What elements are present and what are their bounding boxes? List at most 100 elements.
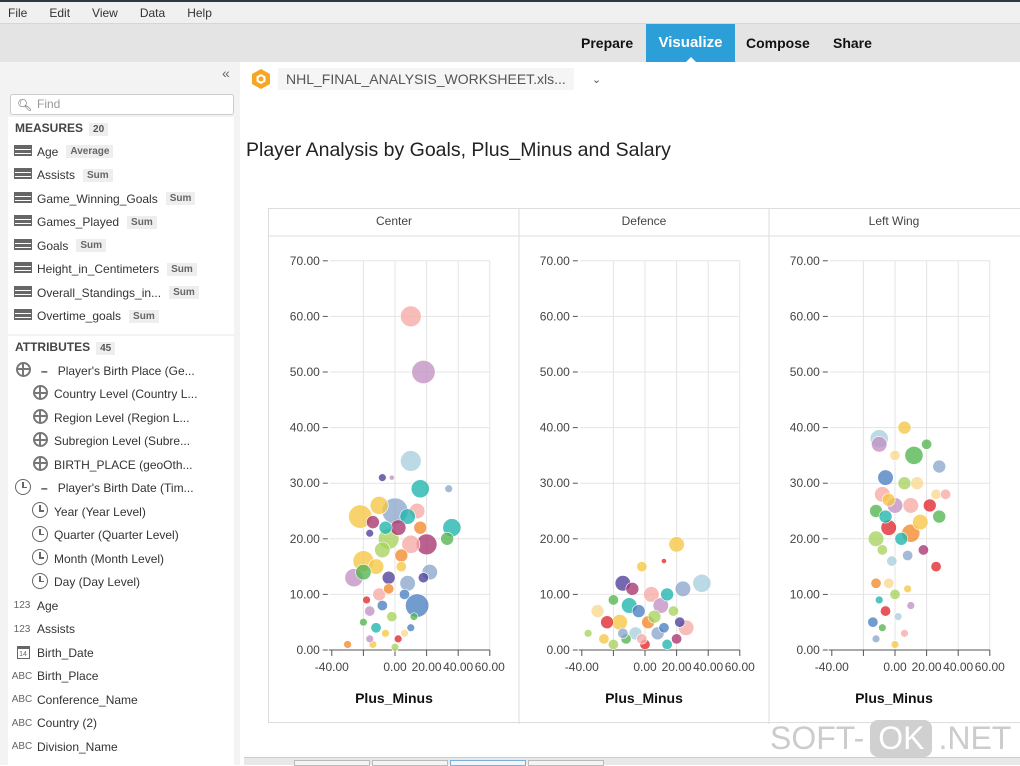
attribute-item[interactable]: ABC Division_Name <box>8 735 234 759</box>
aggregation-badge[interactable]: Sum <box>165 192 196 206</box>
data-point[interactable] <box>871 634 881 644</box>
data-point[interactable] <box>647 609 662 624</box>
aggregation-badge[interactable]: Sum <box>129 309 159 323</box>
dataset-name[interactable]: NHL_FINAL_ANALYSIS_WORKSHEET.xls... <box>278 68 574 90</box>
data-point[interactable] <box>366 515 380 529</box>
data-point[interactable] <box>378 520 393 535</box>
chevron-down-icon[interactable]: ⌄ <box>592 73 601 86</box>
chart-frame[interactable]: Center 0.00 10.00 20.00 30.00 40.00 50.00 60.00… <box>268 208 1020 724</box>
measure-item[interactable]: Overtime_goals Sum <box>8 305 234 329</box>
data-point[interactable] <box>880 605 892 617</box>
data-point[interactable] <box>400 629 409 638</box>
menu-help[interactable]: Help <box>187 6 212 20</box>
attribute-item[interactable]: – Player's Birth Place (Ge... <box>8 359 234 383</box>
menu-view[interactable]: View <box>92 6 118 20</box>
data-point[interactable] <box>394 548 409 563</box>
data-point[interactable] <box>930 488 942 500</box>
data-point[interactable] <box>910 476 924 491</box>
data-point[interactable] <box>902 549 914 561</box>
data-point[interactable] <box>598 633 610 645</box>
data-point[interactable] <box>932 509 947 524</box>
data-point[interactable] <box>417 572 429 584</box>
data-point[interactable] <box>904 445 924 465</box>
data-point[interactable] <box>398 588 410 600</box>
data-point[interactable] <box>870 577 882 589</box>
data-point[interactable] <box>636 633 648 645</box>
tab-compose[interactable]: Compose <box>735 24 821 62</box>
aggregation-badge[interactable]: Sum <box>76 239 107 253</box>
data-point[interactable] <box>867 530 885 547</box>
data-point[interactable] <box>374 541 391 559</box>
data-point[interactable] <box>897 476 912 491</box>
data-point[interactable] <box>395 561 407 573</box>
data-point[interactable] <box>410 479 430 499</box>
data-point[interactable] <box>411 360 436 385</box>
data-point[interactable] <box>671 633 683 645</box>
data-point[interactable] <box>897 420 912 435</box>
data-point[interactable] <box>365 529 374 538</box>
data-point[interactable] <box>667 605 679 617</box>
tab-visualize[interactable]: Visualize <box>646 24 735 62</box>
data-point[interactable] <box>877 469 894 486</box>
attribute-item[interactable]: 123 Age <box>8 594 234 618</box>
canvas-tab[interactable] <box>372 760 448 766</box>
facet-panel-center[interactable]: Center 0.00 10.00 20.00 30.00 40.00 50.00 60.00… <box>290 214 505 706</box>
attribute-item[interactable]: – Player's Birth Date (Tim... <box>8 477 234 501</box>
data-point[interactable] <box>362 595 371 605</box>
data-point[interactable] <box>600 615 614 630</box>
data-point[interactable] <box>883 577 895 589</box>
data-point[interactable] <box>413 520 428 535</box>
menu-file[interactable]: File <box>8 6 27 20</box>
menu-edit[interactable]: Edit <box>49 6 70 20</box>
data-point[interactable] <box>658 622 670 634</box>
data-point[interactable] <box>583 629 593 638</box>
attribute-item[interactable]: Quarter (Quarter Level) <box>8 524 234 548</box>
data-point[interactable] <box>674 616 686 628</box>
data-point[interactable] <box>617 627 629 639</box>
data-point[interactable] <box>359 618 368 627</box>
collapse-hierarchy-icon[interactable]: – <box>41 481 48 495</box>
data-point[interactable] <box>661 558 667 564</box>
facet-panel-defence[interactable]: Defence 0.00 10.00 20.00 30.00 40.00 50.00 60.0… <box>518 209 755 724</box>
data-point[interactable] <box>889 588 901 600</box>
data-point[interactable] <box>381 629 390 638</box>
data-point[interactable] <box>881 493 896 507</box>
data-point[interactable] <box>631 604 646 618</box>
attribute-item[interactable]: Subregion Level (Subre... <box>8 430 234 454</box>
data-point[interactable] <box>406 623 416 632</box>
data-point[interactable] <box>878 623 887 632</box>
data-point[interactable] <box>871 436 888 453</box>
canvas-tab[interactable] <box>294 760 370 766</box>
data-point[interactable] <box>364 605 376 617</box>
data-point[interactable] <box>917 544 929 556</box>
canvas-tab[interactable] <box>528 760 604 766</box>
data-point[interactable] <box>912 514 929 531</box>
aggregation-badge[interactable]: Sum <box>127 215 157 229</box>
measure-item[interactable]: Game_Winning_Goals Sum <box>8 187 234 211</box>
data-point[interactable] <box>355 564 372 581</box>
attribute-item[interactable]: Region Level (Region L... <box>8 406 234 430</box>
tab-share[interactable]: Share <box>822 24 883 62</box>
measure-item[interactable]: Assists Sum <box>8 164 234 188</box>
data-point[interactable] <box>590 604 605 618</box>
dataset-selector[interactable]: NHL_FINAL_ANALYSIS_WORKSHEET.xls... ⌄ <box>250 68 601 90</box>
data-point[interactable] <box>886 555 898 567</box>
data-point[interactable] <box>409 612 419 621</box>
data-point[interactable] <box>636 561 648 573</box>
data-point[interactable] <box>874 595 884 605</box>
data-point[interactable] <box>393 634 403 644</box>
attribute-item[interactable]: Month (Month Level) <box>8 547 234 571</box>
measure-item[interactable]: Games_Played Sum <box>8 211 234 235</box>
data-point[interactable] <box>921 438 933 450</box>
data-point[interactable] <box>889 449 901 461</box>
data-point[interactable] <box>906 601 916 610</box>
attribute-item[interactable]: 14 Birth_Date <box>8 641 234 665</box>
trellis-scatter-chart[interactable]: Center 0.00 10.00 20.00 30.00 40.00 50.00 60.00… <box>269 209 1020 724</box>
collapse-hierarchy-icon[interactable]: – <box>41 364 48 378</box>
data-point[interactable] <box>932 459 947 474</box>
data-point[interactable] <box>611 614 628 631</box>
menu-data[interactable]: Data <box>140 6 165 20</box>
data-point[interactable] <box>876 544 888 556</box>
data-point[interactable] <box>383 583 395 595</box>
aggregation-badge[interactable]: Average <box>66 145 114 159</box>
